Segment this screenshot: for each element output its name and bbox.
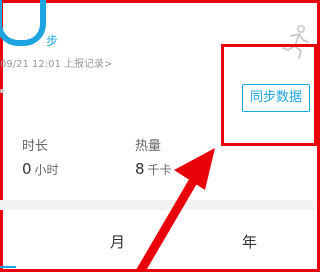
report-record-link[interactable]: 09/21 12:01 上报记录> bbox=[0, 55, 112, 70]
calories-label: 热量 bbox=[135, 139, 162, 154]
tab-year[interactable]: 年 bbox=[242, 231, 257, 252]
duration-unit: 小时 bbox=[34, 163, 59, 177]
decorative-dot bbox=[0, 89, 4, 93]
calories-value: 8 千卡 bbox=[135, 160, 172, 178]
step-unit-label: 步 bbox=[46, 34, 59, 48]
active-tab-indicator bbox=[0, 266, 16, 268]
calories-unit: 千卡 bbox=[147, 163, 172, 177]
tab-month[interactable]: 月 bbox=[110, 231, 125, 252]
duration-value: 0 小时 bbox=[22, 160, 59, 178]
calories-number: 8 bbox=[135, 160, 145, 178]
section-divider bbox=[0, 200, 317, 210]
duration-label: 时长 bbox=[22, 139, 49, 154]
duration-number: 0 bbox=[22, 160, 32, 178]
annotation-highlight-box bbox=[221, 44, 317, 146]
step-count-glyph bbox=[0, 0, 46, 46]
